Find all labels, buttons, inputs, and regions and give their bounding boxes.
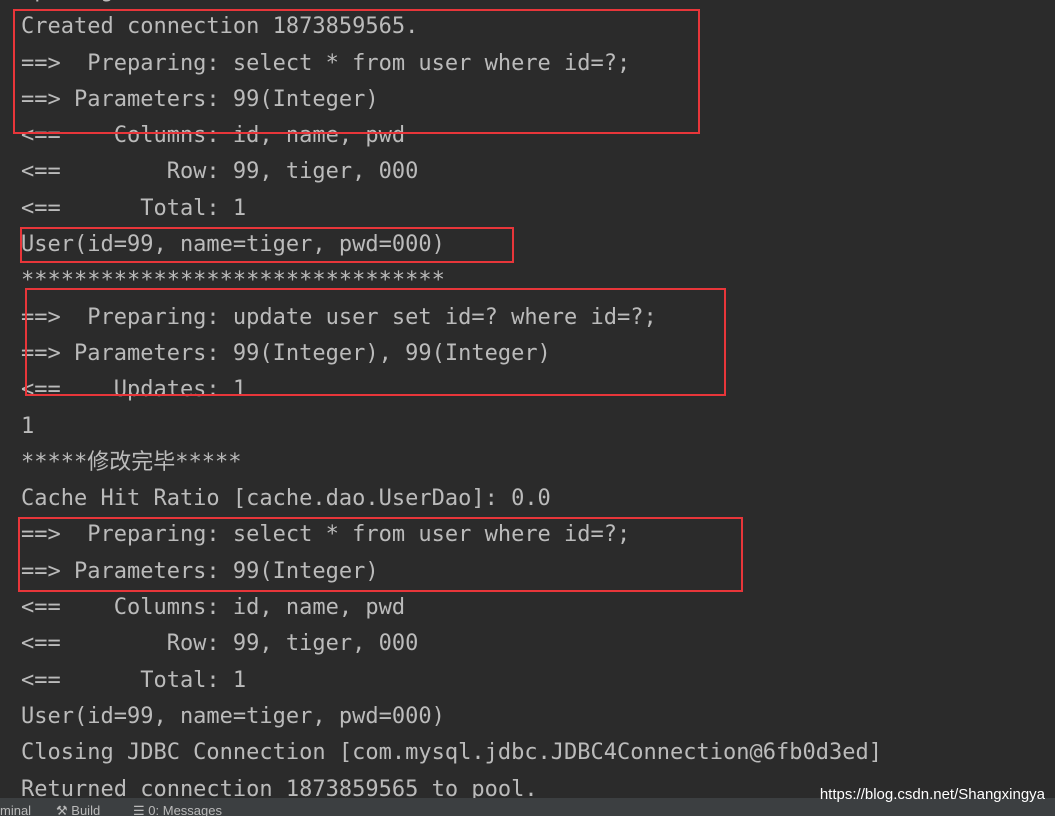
hammer-icon: ⚒	[56, 803, 68, 816]
console-line: <== Updates: 1	[21, 377, 247, 403]
console-output: Opening JDBC Connection Created connectio…	[21, 0, 882, 808]
console-line: <== Columns: id, name, pwd	[21, 595, 406, 621]
console-line: 1	[21, 413, 35, 439]
console-line: <== Total: 1	[21, 667, 247, 693]
tab-messages[interactable]: ☰ 0: Messages	[133, 798, 222, 816]
tab-build[interactable]: ⚒ Build	[56, 798, 100, 816]
console-line: User(id=99, name=tiger, pwd=000)	[21, 232, 445, 258]
console-line: ********************************	[21, 268, 445, 294]
console-line: <== Row: 99, tiger, 000	[21, 159, 419, 185]
tab-terminal[interactable]: minal	[0, 798, 31, 816]
console-line: *****修改完毕*****	[21, 449, 242, 475]
console-line: ==> Preparing: select * from user where …	[21, 522, 631, 548]
console-line: Closing JDBC Connection [com.mysql.jdbc.…	[21, 740, 882, 766]
console-line: <== Columns: id, name, pwd	[21, 123, 406, 149]
console-line: <== Total: 1	[21, 195, 247, 221]
console-line: Cache Hit Ratio [cache.dao.UserDao]: 0.0	[21, 486, 551, 512]
console-line: ==> Preparing: update user set id=? wher…	[21, 304, 657, 330]
console-line: <== Row: 99, tiger, 000	[21, 631, 419, 657]
console-line: ==> Preparing: select * from user where …	[21, 50, 631, 76]
console-line: ==> Parameters: 99(Integer)	[21, 86, 379, 112]
console-line: Opening JDBC Connection	[21, 0, 882, 9]
console-line: ==> Parameters: 99(Integer), 99(Integer)	[21, 340, 551, 366]
messages-icon: ☰	[133, 803, 145, 816]
watermark: https://blog.csdn.net/Shangxingya	[819, 786, 1045, 803]
console-line: Created connection 1873859565.	[21, 14, 419, 40]
console-line: User(id=99, name=tiger, pwd=000)	[21, 703, 445, 729]
console-line: ==> Parameters: 99(Integer)	[21, 558, 379, 584]
